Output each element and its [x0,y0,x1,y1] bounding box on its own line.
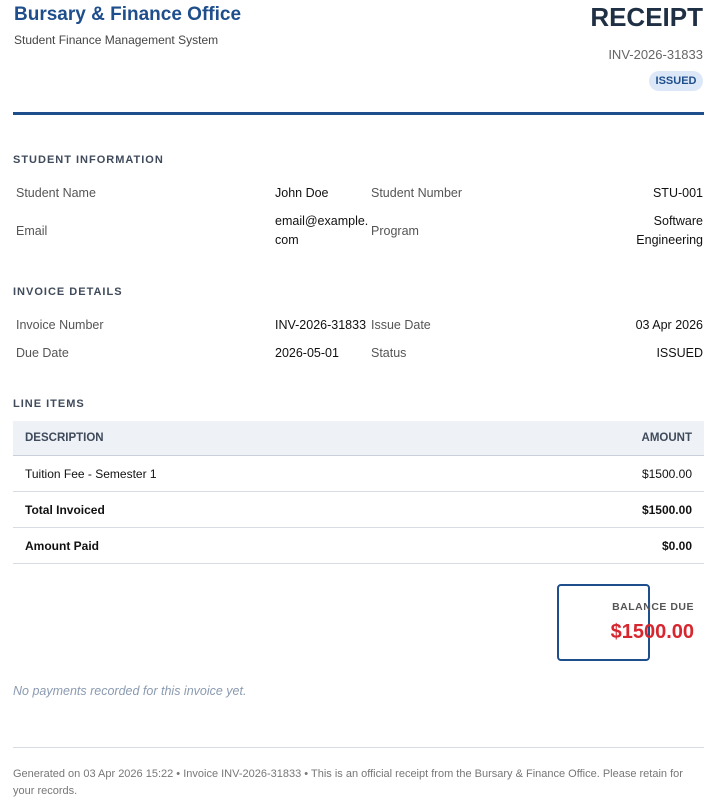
due-date-label: Due Date [16,346,69,360]
total-invoiced-value: $1500.00 [480,491,704,528]
email-label: Email [16,224,48,238]
table-row: Tuition Fee - Semester 1 $1500.00 [13,455,704,492]
email-value: email@example.com [275,214,369,247]
student-name-value: John Doe [275,186,329,200]
item-amount: $1500.00 [480,455,704,492]
student-info-heading: STUDENT INFORMATION [13,154,164,166]
due-date-value: 2026-05-01 [275,346,339,360]
status-value: ISSUED [656,346,703,360]
student-number-value: STU-001 [652,186,703,200]
line-items-table: DESCRIPTION AMOUNT Tuition Fee - Semeste… [13,421,704,564]
invoice-details-heading: INVOICE DETAILS [13,286,123,298]
column-header-description: DESCRIPTION [13,421,481,456]
program-label: Program [371,224,419,238]
office-name: Bursary & Finance Office [14,4,242,25]
issue-date-label: Issue Date [371,318,431,332]
invoice-number-value: INV-2026-31833 [275,318,367,332]
balance-due-label: BALANCE DUE [612,601,694,613]
footer-text: Generated on 03 Apr 2026 15:22 • Invoice… [13,768,683,797]
issue-date-value: 03 Apr 2026 [635,318,703,332]
footer-divider [13,747,704,748]
student-name-label: Student Name [16,186,96,200]
invoice-number-label: Invoice Number [16,318,104,332]
item-description: Tuition Fee - Semester 1 [13,455,481,492]
document-title: RECEIPT [590,2,703,32]
amount-paid-row: Amount Paid $0.00 [13,527,704,564]
no-payments-note: No payments recorded for this invoice ye… [13,684,247,698]
table-header-row: DESCRIPTION AMOUNT [13,421,704,456]
office-subtitle: Student Finance Management System [14,33,219,47]
amount-paid-value: $0.00 [480,527,704,564]
header-divider [13,112,704,115]
program-value: Software Engineering [636,214,703,247]
amount-paid-label: Amount Paid [13,527,481,564]
status-badge: ISSUED [649,71,703,91]
balance-due-value: $1500.00 [610,621,694,643]
column-header-amount: AMOUNT [480,421,704,456]
status-label: Status [371,346,407,360]
line-items-heading: LINE ITEMS [13,398,85,410]
header-invoice-number: INV-2026-31833 [608,47,703,62]
total-invoiced-label: Total Invoiced [13,491,481,528]
total-invoiced-row: Total Invoiced $1500.00 [13,491,704,528]
student-number-label: Student Number [371,186,463,200]
